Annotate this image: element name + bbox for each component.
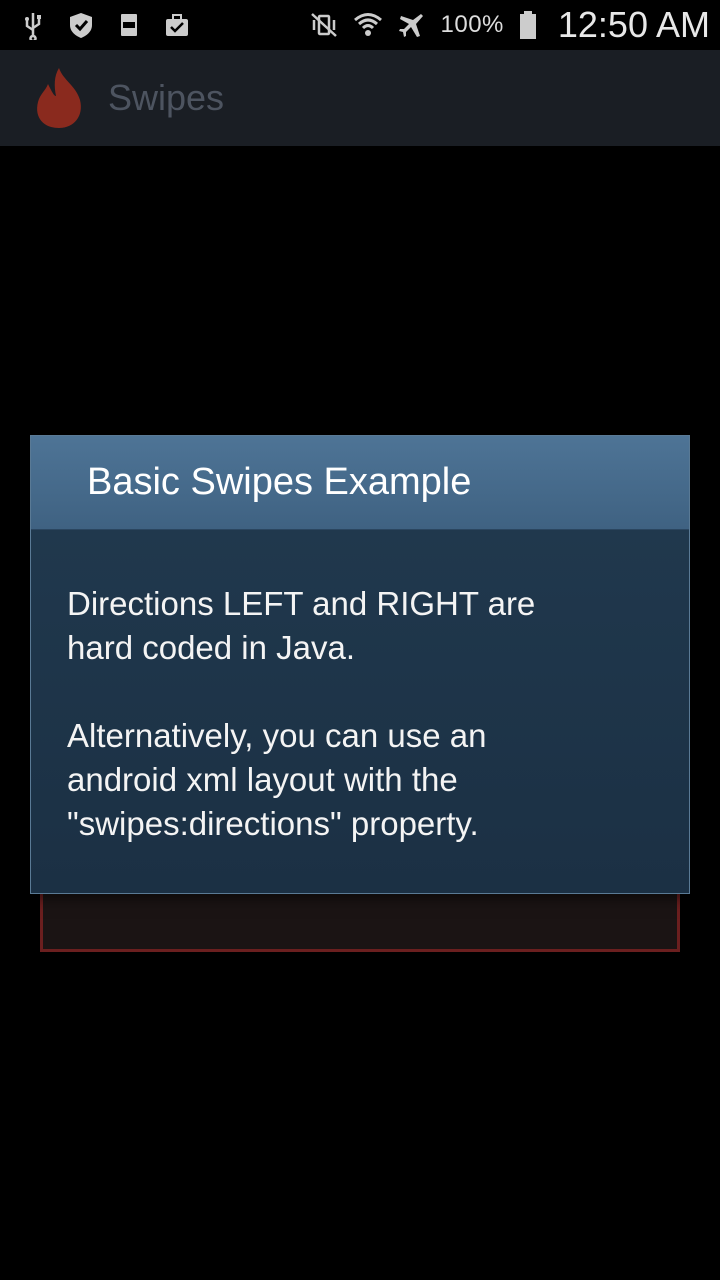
action-bar: Swipes [0,50,720,146]
dialog-body: Directions LEFT and RIGHT are hard coded… [31,530,689,893]
battery-icon [518,10,538,40]
status-left-icons [18,10,192,40]
dialog-header: Basic Swipes Example [31,436,689,530]
wifi-icon [353,10,383,40]
shield-icon [66,10,96,40]
battery-percent: 100% [440,11,504,38]
airplane-icon [397,10,427,40]
dialog-message-1: Directions LEFT and RIGHT are hard coded… [67,585,536,666]
app-title: Swipes [108,77,225,118]
usb-icon [18,10,48,40]
status-right-icons: 100% 12:50 AM [309,4,710,46]
flame-icon[interactable] [32,66,86,130]
info-dialog: Basic Swipes Example Directions LEFT and… [30,435,690,894]
status-bar: 100% 12:50 AM [0,0,720,50]
storage-icon [114,10,144,40]
clock: 12:50 AM [557,4,710,45]
dialog-message-2: Alternatively, you can use an android xm… [67,717,487,842]
dialog-title: Basic Swipes Example [87,461,472,503]
briefcase-icon [162,10,192,40]
vibrate-mute-icon [309,10,339,40]
